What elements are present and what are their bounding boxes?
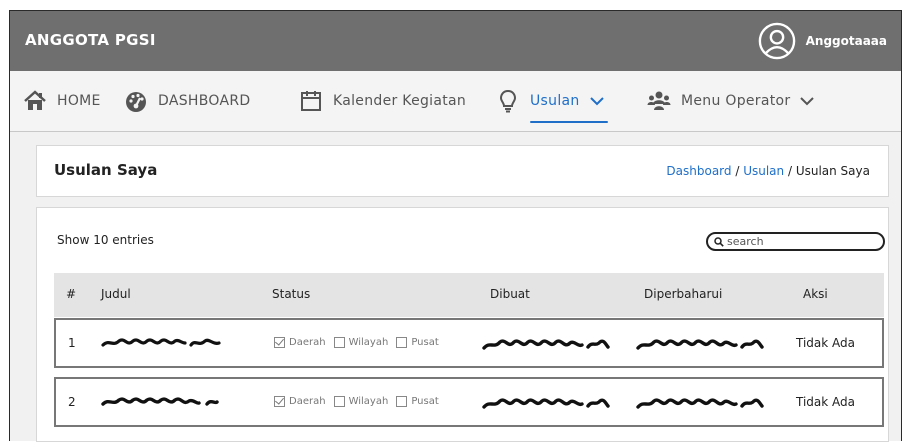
app-frame: ANGGOTA PGSI Anggotaaaa HOME DASHBOARD K… <box>9 10 902 442</box>
chevron-down-icon <box>800 97 815 106</box>
col-header-status[interactable]: Status <box>272 287 310 301</box>
aksi-value: Tidak Ada <box>796 395 855 409</box>
redacted-dibuat <box>482 398 610 409</box>
redacted-judul <box>101 338 221 347</box>
lightbulb-icon <box>499 89 517 113</box>
label-wilayah: Wilayah <box>348 396 389 407</box>
label-daerah: Daerah <box>289 337 326 348</box>
label-daerah: Daerah <box>289 396 326 407</box>
page-header-card: Usulan Saya Dashboard / Usulan / Usulan … <box>36 145 889 197</box>
status-checkboxes: Daerah Wilayah Pusat <box>274 396 443 407</box>
col-header-judul[interactable]: Judul <box>101 287 131 301</box>
label-pusat: Pusat <box>411 337 439 348</box>
main-nav: HOME DASHBOARD Kalender Kegiatan Usulan … <box>10 71 901 132</box>
checkbox-daerah[interactable] <box>274 337 285 348</box>
table-header: # Judul Status Dibuat Diperbaharui Aksi <box>54 273 884 317</box>
nav-kalender-label: Kalender Kegiatan <box>333 93 467 109</box>
redacted-diperbaharui <box>636 398 764 409</box>
calendar-icon <box>301 91 321 111</box>
search-input[interactable]: search <box>706 232 885 251</box>
user-menu[interactable]: Anggotaaaa <box>758 21 887 61</box>
search-icon <box>714 236 724 247</box>
speedometer-icon <box>126 92 146 112</box>
nav-menu-operator[interactable]: Menu Operator <box>647 87 815 115</box>
aksi-value: Tidak Ada <box>796 336 855 350</box>
checkbox-pusat[interactable] <box>396 337 408 348</box>
label-wilayah: Wilayah <box>348 337 389 348</box>
nav-home[interactable]: HOME <box>23 87 101 115</box>
breadcrumb-separator: / <box>784 164 796 178</box>
top-bar: ANGGOTA PGSI Anggotaaaa <box>10 11 901 71</box>
redacted-dibuat <box>482 339 610 350</box>
label-pusat: Pusat <box>411 396 439 407</box>
nav-dashboard-label: DASHBOARD <box>158 93 251 109</box>
redacted-diperbaharui <box>636 339 764 350</box>
checkbox-wilayah[interactable] <box>333 337 345 348</box>
table-row: 1 Daerah Wilayah Pusat Tidak Ada <box>54 318 884 368</box>
nav-kalender[interactable]: Kalender Kegiatan <box>299 87 466 115</box>
nav-usulan-label: Usulan <box>530 93 580 109</box>
search-placeholder: search <box>727 235 764 248</box>
breadcrumb-separator: / <box>731 164 744 178</box>
show-entries-select[interactable]: Show 10 entries <box>57 233 154 247</box>
table-row: 2 Daerah Wilayah Pusat Tidak Ada <box>54 377 884 427</box>
home-icon <box>24 90 46 110</box>
status-checkboxes: Daerah Wilayah Pusat <box>274 337 443 348</box>
checkbox-wilayah[interactable] <box>333 396 345 407</box>
table-card: Show 10 entries search # Judul Status Di… <box>36 207 889 442</box>
col-header-number: # <box>66 287 77 301</box>
nav-menu-operator-label: Menu Operator <box>681 93 791 109</box>
col-header-diperbaharui[interactable]: Diperbaharui <box>644 287 722 301</box>
breadcrumb-usulan[interactable]: Usulan <box>743 164 784 178</box>
users-icon <box>647 91 671 110</box>
col-header-dibuat[interactable]: Dibuat <box>490 287 530 301</box>
col-header-aksi: Aksi <box>803 287 828 301</box>
row-number: 2 <box>68 395 76 409</box>
row-number: 1 <box>68 336 76 350</box>
chevron-down-icon <box>589 97 604 106</box>
nav-home-label: HOME <box>57 93 101 109</box>
breadcrumb-dashboard[interactable]: Dashboard <box>666 164 731 178</box>
checkbox-pusat[interactable] <box>396 396 408 407</box>
checkbox-daerah[interactable] <box>274 396 285 407</box>
breadcrumb-current: Usulan Saya <box>795 164 870 178</box>
redacted-judul <box>101 397 219 406</box>
user-avatar-icon <box>758 22 795 60</box>
nav-usulan[interactable]: Usulan <box>496 87 608 123</box>
brand-title: ANGGOTA PGSI <box>25 31 156 49</box>
page-title: Usulan Saya <box>54 161 158 179</box>
breadcrumb: Dashboard / Usulan / Usulan Saya <box>666 164 870 178</box>
active-tab-underline <box>530 121 608 123</box>
nav-dashboard[interactable]: DASHBOARD <box>124 87 250 115</box>
username-label: Anggotaaaa <box>805 34 887 48</box>
